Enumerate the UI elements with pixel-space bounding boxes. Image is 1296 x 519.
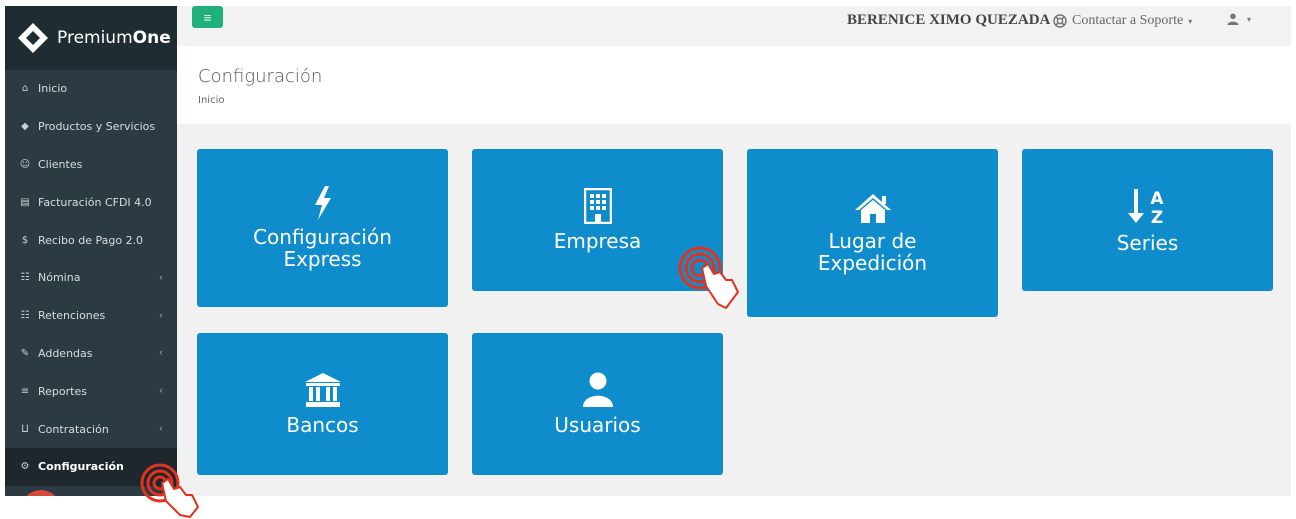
cart-icon: ⨿ [21, 423, 29, 435]
tile-label: Empresa [553, 229, 642, 253]
sitemap-icon: ☷ [20, 272, 30, 284]
user-name: BERENICE XIMO QUEZADA [847, 12, 1051, 28]
topbar: ≡ BERENICE XIMO QUEZADA Contactar a Sopo… [177, 6, 1291, 46]
user-icon [1227, 13, 1239, 25]
sidebar-item-nomina[interactable]: ☷ Nómina ‹ [5, 259, 177, 297]
chevron-left-icon: ‹ [159, 310, 163, 322]
tile-label: Configuración Express [253, 225, 392, 271]
paperclip-icon: ✎ [20, 347, 30, 359]
sidebar-item-label: Reportes [38, 384, 87, 398]
tile-lugar-de-expedicion[interactable]: Lugar de Expedición [747, 149, 998, 317]
click-indicator-empresa [678, 246, 748, 321]
chevron-left-icon: ‹ [159, 347, 163, 359]
chevron-down-icon: ▾ [1247, 14, 1252, 24]
sidebar-item-label: Productos y Servicios [38, 120, 156, 134]
content-header: Configuración Inicio [177, 46, 1291, 124]
sidebar-item-retenciones[interactable]: ☷ Retenciones ‹ [5, 297, 177, 335]
logo-text: PremiumOne [57, 28, 171, 48]
sidebar-item-addendas[interactable]: ✎ Addendas ‹ [5, 335, 177, 373]
logo-mark-icon [17, 22, 49, 54]
bolt-icon [313, 186, 333, 220]
sidebar-item-contratacion[interactable]: ⨿ Contratación ‹ [5, 410, 177, 448]
notification-bubble[interactable] [21, 490, 61, 496]
sidebar-nav: ⌂ Inicio ◆ Productos y Servicios ☺ Clientes ▤ F… [5, 70, 177, 486]
click-indicator-configuracion [138, 463, 208, 519]
gears-icon: ⚙ [20, 461, 30, 473]
lifebuoy-icon [1053, 14, 1067, 28]
sidebar: PremiumOne ⌂ Inicio ◆ Productos y Servicios… [5, 6, 177, 496]
tile-usuarios[interactable]: Usuarios [472, 333, 723, 475]
tile-configuracion-express[interactable]: Configuración Express [197, 149, 448, 307]
sort-letter-z: Z [1150, 208, 1162, 226]
user-icon [582, 372, 614, 408]
sidebar-item-label: Recibo de Pago 2.0 [38, 233, 144, 247]
chevron-left-icon: ‹ [159, 423, 163, 435]
logo[interactable]: PremiumOne [5, 6, 177, 70]
users-icon: ☺ [19, 158, 31, 170]
home-icon: ⌂ [21, 83, 29, 95]
sidebar-item-label: Inicio [38, 82, 68, 96]
sidebar-item-facturacion-cfdi-4-0[interactable]: ▤ Facturación CFDI 4.0 [5, 183, 177, 221]
sort-letter-a: A [1150, 189, 1164, 209]
tile-label: Bancos [286, 413, 359, 437]
chevron-left-icon: ‹ [159, 385, 163, 397]
tap-hand-icon [678, 246, 739, 309]
sidebar-item-label: Clientes [38, 157, 83, 171]
sidebar-item-label: Facturación CFDI 4.0 [38, 195, 152, 209]
sidebar-item-label: Addendas [38, 346, 93, 360]
tile-label: Lugar de Expedición [817, 229, 928, 275]
file-icon: ▤ [20, 196, 30, 208]
sidebar-item-label: Nómina [38, 271, 81, 285]
home-icon [853, 192, 893, 224]
sidebar-item-reportes[interactable]: ≡ Reportes ‹ [5, 372, 177, 410]
page-title: Configuración [198, 66, 323, 87]
support-dropdown[interactable]: Contactar a Soporte ▾ [1053, 13, 1192, 29]
tile-bancos[interactable]: Bancos [197, 333, 448, 475]
hamburger-icon: ≡ [203, 9, 212, 25]
sidebar-item-clientes[interactable]: ☺ Clientes [5, 146, 177, 184]
building-icon [583, 188, 612, 224]
user-menu-dropdown[interactable]: ▾ [1227, 13, 1251, 25]
dollar-icon: $ [21, 234, 29, 246]
sidebar-toggle-button[interactable]: ≡ [192, 6, 223, 28]
tile-label: Usuarios [554, 413, 641, 437]
sitemap-icon: ☷ [20, 310, 30, 322]
tile-label: Series [1116, 231, 1179, 255]
list-icon: ≡ [20, 385, 30, 397]
sidebar-item-inicio[interactable]: ⌂ Inicio [5, 70, 177, 108]
sidebar-item-label: Contratación [38, 422, 109, 436]
bank-icon [304, 372, 342, 408]
breadcrumb[interactable]: Inicio [198, 95, 224, 106]
tag-icon: ◆ [21, 121, 29, 133]
sidebar-item-recibo-de-pago-2-0[interactable]: $ Recibo de Pago 2.0 [5, 221, 177, 259]
sidebar-item-label: Configuración [38, 460, 124, 474]
support-label: Contactar a Soporte [1072, 13, 1184, 28]
tile-series[interactable]: A Z Series [1022, 149, 1273, 291]
chevron-down-icon: ▾ [1188, 16, 1193, 26]
sort-alpha-icon: A Z [1127, 186, 1168, 226]
tap-hand-icon [140, 463, 199, 518]
sidebar-item-label: Retenciones [38, 309, 106, 323]
chevron-left-icon: ‹ [159, 272, 163, 284]
sidebar-item-productos-y-servicios[interactable]: ◆ Productos y Servicios [5, 108, 177, 146]
